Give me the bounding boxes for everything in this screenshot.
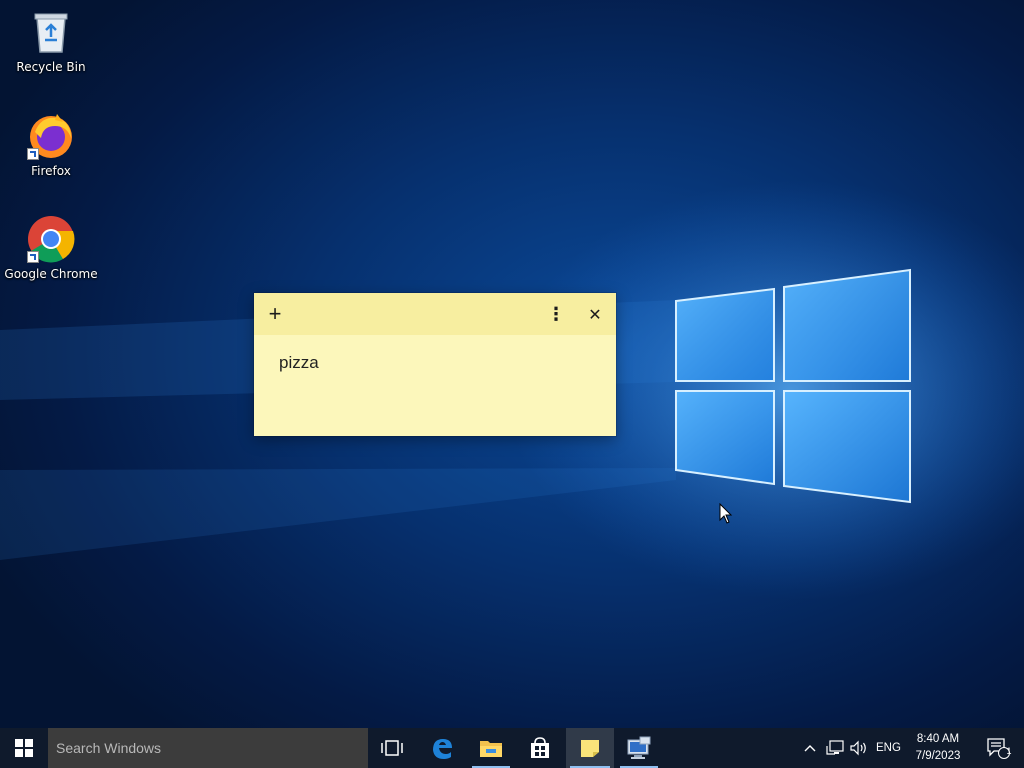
language-label: ENG xyxy=(876,742,901,754)
taskbar-store[interactable] xyxy=(516,728,564,768)
search-placeholder: Search Windows xyxy=(56,740,162,756)
start-button[interactable] xyxy=(0,728,48,768)
chevron-up-icon xyxy=(804,745,816,752)
task-view-button[interactable] xyxy=(368,728,416,768)
taskbar: Search Windows ENG 8:40 AM 7/9/2023 1 xyxy=(0,728,1024,768)
volume-tray-button[interactable] xyxy=(848,728,870,768)
action-center-button[interactable]: 1 xyxy=(978,728,1018,768)
taskbar-edge[interactable] xyxy=(418,728,466,768)
new-note-button[interactable]: + xyxy=(260,299,290,329)
taskbar-remote-desktop[interactable] xyxy=(616,728,662,768)
sticky-notes-icon xyxy=(581,740,599,757)
desktop-icon-recycle-bin[interactable]: Recycle Bin xyxy=(3,8,99,74)
close-icon: ✕ xyxy=(588,304,602,324)
volume-icon xyxy=(850,740,866,756)
windows-start-icon xyxy=(15,739,33,757)
note-menu-button[interactable]: ⋮ xyxy=(541,299,571,329)
sticky-note-text: pizza xyxy=(279,353,319,372)
clock-time: 8:40 AM xyxy=(916,733,960,745)
folder-icon xyxy=(480,741,502,757)
search-box[interactable]: Search Windows xyxy=(48,728,368,768)
edge-icon xyxy=(433,739,452,759)
shortcut-arrow-icon xyxy=(27,251,39,263)
network-tray-button[interactable] xyxy=(824,728,846,768)
recycle-bin-icon xyxy=(27,8,75,56)
desktop-icon-label: Recycle Bin xyxy=(16,60,86,74)
desktop-icon-label: Google Chrome xyxy=(4,267,98,281)
taskbar-sticky-notes[interactable] xyxy=(566,728,614,768)
sticky-note-titlebar[interactable]: + ⋮ ✕ xyxy=(254,293,616,335)
desktop-icon-google-chrome[interactable]: Google Chrome xyxy=(3,215,99,281)
clock-date: 7/9/2023 xyxy=(915,750,961,762)
desktop-icon-label: Firefox xyxy=(31,164,71,178)
clock[interactable]: 8:40 AM 7/9/2023 xyxy=(902,731,974,765)
remote-desktop-icon xyxy=(627,736,651,759)
plus-icon: + xyxy=(268,301,282,326)
firefox-icon xyxy=(27,112,75,160)
more-options-icon: ⋮ xyxy=(547,303,565,325)
sticky-note-text-area[interactable]: pizza xyxy=(254,335,616,391)
task-view-icon xyxy=(381,740,403,756)
store-icon xyxy=(531,737,549,758)
show-hidden-icons-button[interactable] xyxy=(800,728,820,768)
notification-count: 1 xyxy=(1006,746,1012,756)
close-note-button[interactable]: ✕ xyxy=(580,299,610,329)
chrome-icon xyxy=(27,215,75,263)
input-language-indicator[interactable]: ENG xyxy=(876,728,901,768)
network-icon xyxy=(826,740,844,755)
taskbar-file-explorer[interactable] xyxy=(468,728,514,768)
shortcut-arrow-icon xyxy=(27,148,39,160)
mouse-cursor-icon xyxy=(719,503,733,524)
desktop-icon-firefox[interactable]: Firefox xyxy=(3,112,99,178)
sticky-note-window[interactable]: + ⋮ ✕ pizza xyxy=(254,293,616,436)
